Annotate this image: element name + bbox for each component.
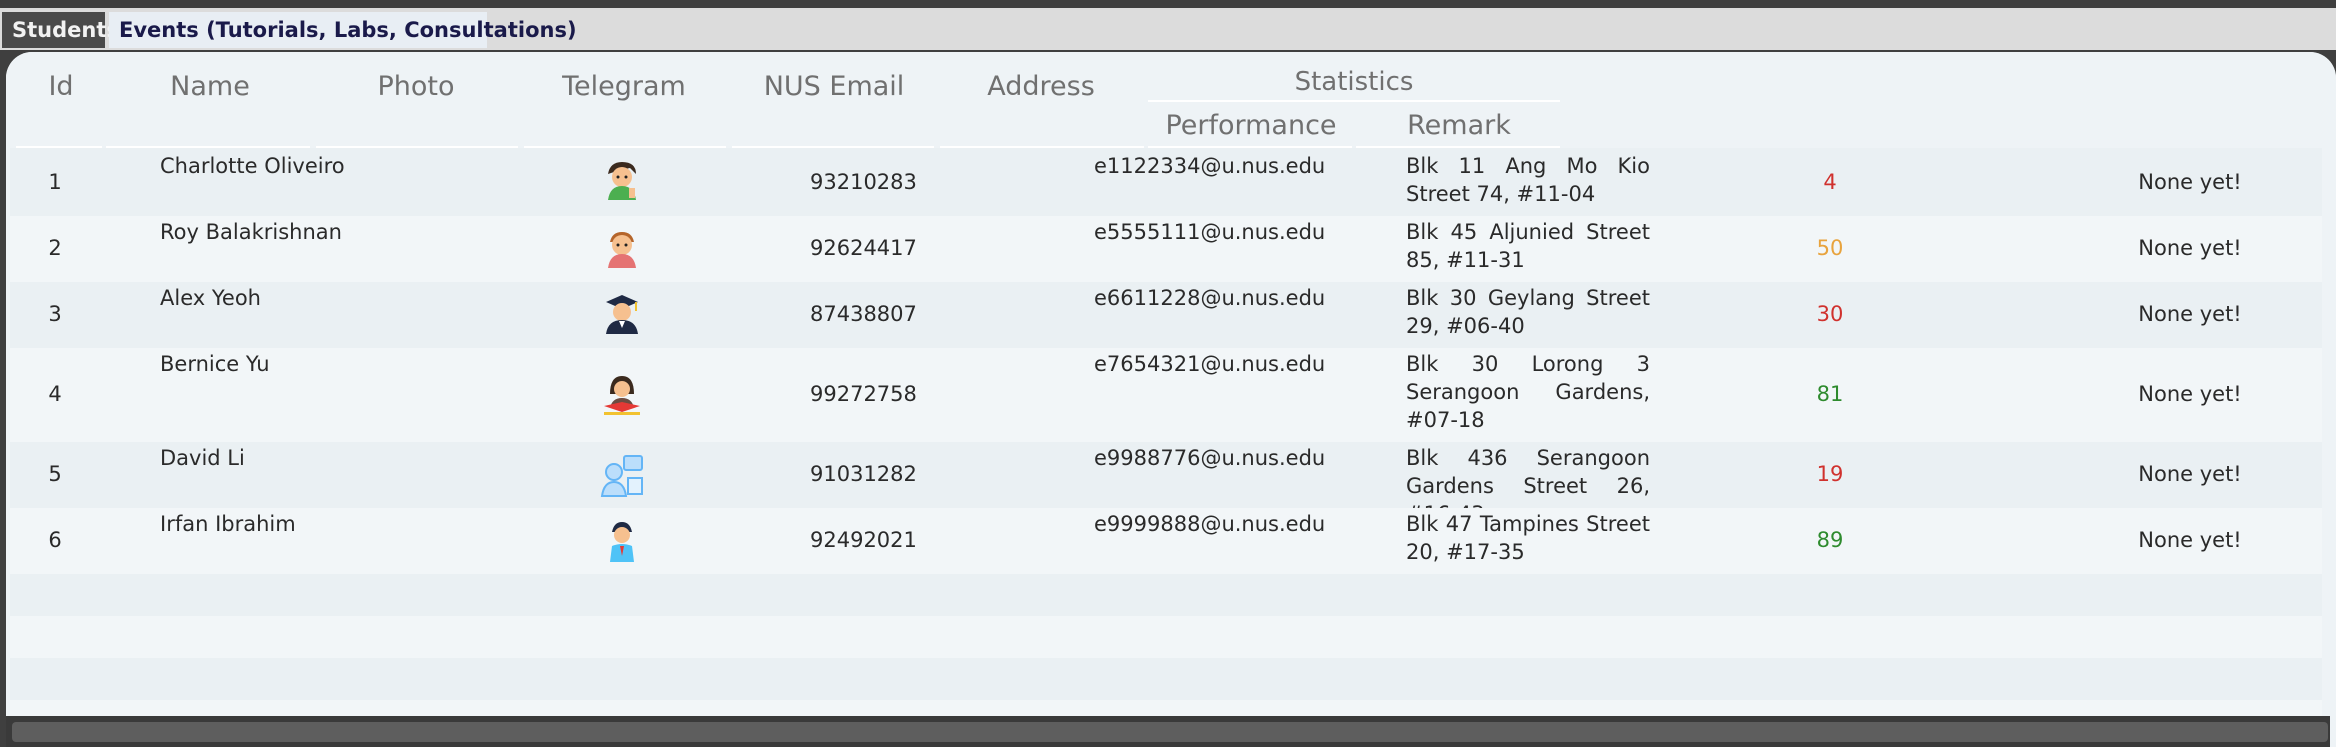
cell-remark: None yet! <box>2138 528 2242 552</box>
header-nus-email[interactable]: NUS Email <box>730 60 938 114</box>
header-address[interactable]: Address <box>936 60 1146 114</box>
cell-id: 2 <box>48 236 62 260</box>
cell-email: e7654321@u.nus.edu <box>1094 352 1326 376</box>
cell-performance: 30 <box>1816 302 1844 326</box>
header-telegram[interactable]: Telegram <box>520 60 728 114</box>
cell-performance: 81 <box>1816 382 1844 406</box>
header-photo[interactable]: Photo <box>314 60 518 114</box>
cell-email: e1122334@u.nus.edu <box>1094 154 1326 178</box>
cell-telegram: 92492021 <box>810 528 917 552</box>
student-avatar-icon <box>600 520 644 564</box>
cell-address: Blk 11 Ang Mo Kio Street 74, #11-04 <box>1406 154 1650 206</box>
cell-address: Blk 45 Aljunied Street 85, #11-31 <box>1406 220 1650 272</box>
cell-remark: None yet! <box>2138 382 2242 406</box>
cell-name: Alex Yeoh <box>160 286 261 310</box>
cell-id: 4 <box>48 382 62 406</box>
cell-email: e6611228@u.nus.edu <box>1094 286 1326 310</box>
table-row[interactable]: 5 David Li 91031282 e9988776@u.nus.edu B… <box>10 442 2322 526</box>
cell-name: David Li <box>160 446 245 470</box>
empty-row <box>10 658 2322 700</box>
empty-row <box>10 616 2322 658</box>
table-row[interactable]: 6 Irfan Ibrahim 92492021 e9999888@u.nus.… <box>10 508 2322 574</box>
boy-avatar-icon <box>600 226 644 270</box>
cell-remark: None yet! <box>2138 236 2242 260</box>
cell-address: Blk 30 Lorong 3 Serangoon Gardens, #07-1… <box>1406 352 1650 432</box>
header-name[interactable]: Name <box>106 60 314 114</box>
reading-student-icon <box>600 372 644 416</box>
cell-telegram: 92624417 <box>810 236 917 260</box>
cell-id: 1 <box>48 170 62 194</box>
cell-name: Charlotte Oliveiro <box>160 154 345 178</box>
header-performance[interactable]: Performance <box>1148 110 1354 142</box>
cell-email: e5555111@u.nus.edu <box>1094 220 1326 244</box>
cell-performance: 89 <box>1816 528 1844 552</box>
boy-avatar-icon <box>600 158 644 202</box>
cell-telegram: 93210283 <box>810 170 917 194</box>
cell-id: 3 <box>48 302 62 326</box>
cell-address: Blk 47 Tampines Street 20, #17-35 <box>1406 512 1650 564</box>
cell-remark: None yet! <box>2138 302 2242 326</box>
graduate-avatar-icon <box>600 292 644 336</box>
header-id[interactable]: Id <box>16 60 106 114</box>
empty-row <box>10 574 2322 616</box>
cell-id: 5 <box>48 462 62 486</box>
cell-name: Roy Balakrishnan <box>160 220 342 244</box>
cell-performance: 50 <box>1816 236 1844 260</box>
presenter-avatar-icon <box>600 454 644 498</box>
tab-bar: Students Events (Tutorials, Labs, Consul… <box>0 8 2336 50</box>
cell-email: e9999888@u.nus.edu <box>1094 512 1326 536</box>
table-row[interactable]: 1 Charlotte Oliveiro 93210283 e1122334@u… <box>10 148 2322 216</box>
cell-telegram: 99272758 <box>810 382 917 406</box>
header-remark[interactable]: Remark <box>1356 110 1562 142</box>
cell-id: 6 <box>48 528 62 552</box>
tab-students[interactable]: Students <box>2 12 119 48</box>
cell-performance: 4 <box>1823 170 1837 194</box>
cell-performance: 19 <box>1816 462 1844 486</box>
cell-address: Blk 30 Geylang Street 29, #06-40 <box>1406 286 1650 338</box>
cell-email: e9988776@u.nus.edu <box>1094 446 1326 470</box>
cell-telegram: 87438807 <box>810 302 917 326</box>
scrollbar-thumb[interactable] <box>12 722 2328 742</box>
table-row[interactable]: 2 Roy Balakrishnan 92624417 e5555111@u.n… <box>10 216 2322 282</box>
table-row[interactable]: 3 Alex Yeoh 87438807 e6611228@u.nus.edu … <box>10 282 2322 348</box>
empty-row <box>10 700 2322 716</box>
tab-events[interactable]: Events (Tutorials, Labs, Consultations) <box>109 12 577 48</box>
table-row[interactable]: 4 Bernice Yu 99272758 e7654321@u.nus.edu… <box>10 348 2322 442</box>
cell-name: Irfan Ibrahim <box>160 512 296 536</box>
header-divider <box>1148 100 1560 102</box>
cell-name: Bernice Yu <box>160 352 270 376</box>
cell-remark: None yet! <box>2138 462 2242 486</box>
cell-telegram: 91031282 <box>810 462 917 486</box>
header-statistics[interactable]: Statistics <box>1148 66 1560 98</box>
table-header: Id Name Photo Telegram NUS Email Address… <box>6 52 2336 150</box>
cell-remark: None yet! <box>2138 170 2242 194</box>
